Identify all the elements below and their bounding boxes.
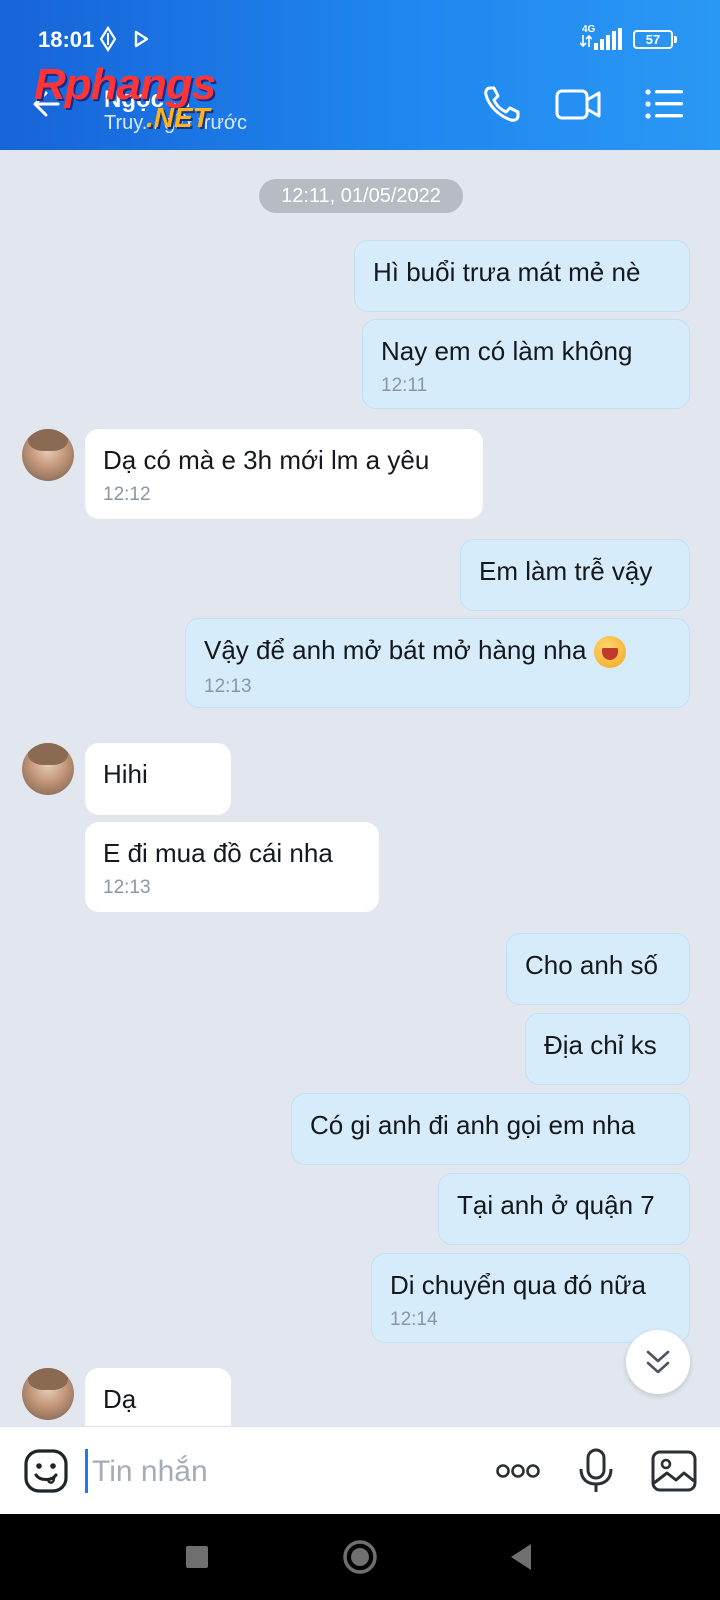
back-icon[interactable] [498, 1534, 544, 1580]
message-bubble-sent[interactable]: Vậy để anh mở bát mở hàng nha 12:13 [185, 618, 690, 708]
contact-avatar[interactable] [22, 743, 74, 795]
home-icon[interactable] [337, 1534, 383, 1580]
video-call-icon[interactable] [554, 80, 602, 128]
laughing-emoji-icon [594, 636, 627, 669]
signal-icon [594, 28, 622, 50]
message-time: 12:11 [381, 375, 428, 396]
image-icon[interactable] [650, 1447, 698, 1495]
contact-avatar[interactable] [22, 429, 74, 481]
message-bubble-sent[interactable]: Có gi anh đi anh gọi em nha [291, 1093, 690, 1165]
message-bubble-received[interactable]: Hihi [85, 743, 231, 815]
message-text: Dạ [103, 1384, 137, 1414]
menu-list-icon[interactable] [640, 80, 688, 128]
message-time: 12:13 [103, 877, 151, 898]
status-bar: 18:01 4G 57 [0, 0, 720, 60]
message-text: Cho anh số [525, 950, 658, 980]
message-time: 12:12 [103, 484, 151, 505]
message-input-bar [0, 1426, 720, 1515]
message-text: Em làm trễ vậy [479, 556, 653, 586]
status-time: 18:01 [38, 27, 95, 52]
phone-icon[interactable] [478, 80, 526, 128]
message-time: 12:13 [204, 676, 252, 698]
message-bubble-sent[interactable]: Tại anh ở quận 7 [438, 1173, 690, 1245]
watermark-line-2: .NET [146, 102, 210, 133]
play-icon [134, 30, 149, 48]
message-text: Có gi anh đi anh gọi em nha [310, 1110, 636, 1140]
message-text: Nay em có làm không [381, 336, 633, 366]
data-arrows-icon [580, 34, 592, 48]
top-bar: 18:01 4G 57 Ngọc ... Truy... giờ trước R… [0, 0, 720, 150]
message-bubble-received[interactable]: Dạ [85, 1368, 231, 1426]
microphone-icon[interactable] [572, 1447, 620, 1495]
navigation-diamond-icon [99, 26, 117, 52]
more-options-icon[interactable] [494, 1447, 542, 1495]
message-bubble-received[interactable]: E đi mua đồ cái nha 12:13 [85, 822, 379, 912]
message-text: Vậy để anh mở bát mở hàng nha [204, 635, 587, 665]
message-bubble-sent[interactable]: Cho anh số [506, 933, 690, 1005]
message-bubble-received[interactable]: Dạ có mà e 3h mới lm a yêu 12:12 [85, 429, 483, 519]
recent-apps-icon[interactable] [174, 1534, 220, 1580]
message-bubble-sent[interactable]: Địa chỉ ks [525, 1013, 690, 1085]
message-text: Hihi [103, 759, 148, 789]
message-input[interactable] [90, 1449, 474, 1495]
contact-avatar[interactable] [22, 1368, 74, 1420]
message-text: Tại anh ở quận 7 [457, 1190, 655, 1220]
scroll-to-bottom-button[interactable] [626, 1330, 690, 1394]
watermark-logo: Rphangs .NET [34, 60, 254, 140]
message-text: E đi mua đồ cái nha [103, 838, 333, 868]
message-text: Di chuyển qua đó nữa [390, 1270, 646, 1300]
message-text: Hì buổi trưa mát mẻ nè [373, 257, 641, 287]
message-bubble-sent[interactable]: Nay em có làm không 12:11 [362, 319, 690, 409]
message-bubble-sent[interactable]: Hì buổi trưa mát mẻ nè [354, 240, 690, 312]
system-navigation-bar [0, 1514, 720, 1600]
date-separator: 12:11, 01/05/2022 [259, 179, 463, 213]
battery-indicator: 57 [633, 30, 677, 49]
text-cursor [85, 1449, 88, 1493]
sticker-icon[interactable] [22, 1447, 70, 1495]
double-chevron-down-icon [646, 1350, 670, 1374]
message-bubble-sent[interactable]: Em làm trễ vậy [460, 539, 690, 611]
message-text: Dạ có mà e 3h mới lm a yêu [103, 445, 430, 475]
message-list[interactable]: 12:11, 01/05/2022 Hì buổi trưa mát mẻ nè… [0, 150, 720, 1426]
message-text: Địa chỉ ks [544, 1030, 657, 1060]
message-time: 12:14 [390, 1309, 438, 1330]
chat-header: Ngọc ... Truy... giờ trước Rphangs .NET [0, 60, 720, 150]
